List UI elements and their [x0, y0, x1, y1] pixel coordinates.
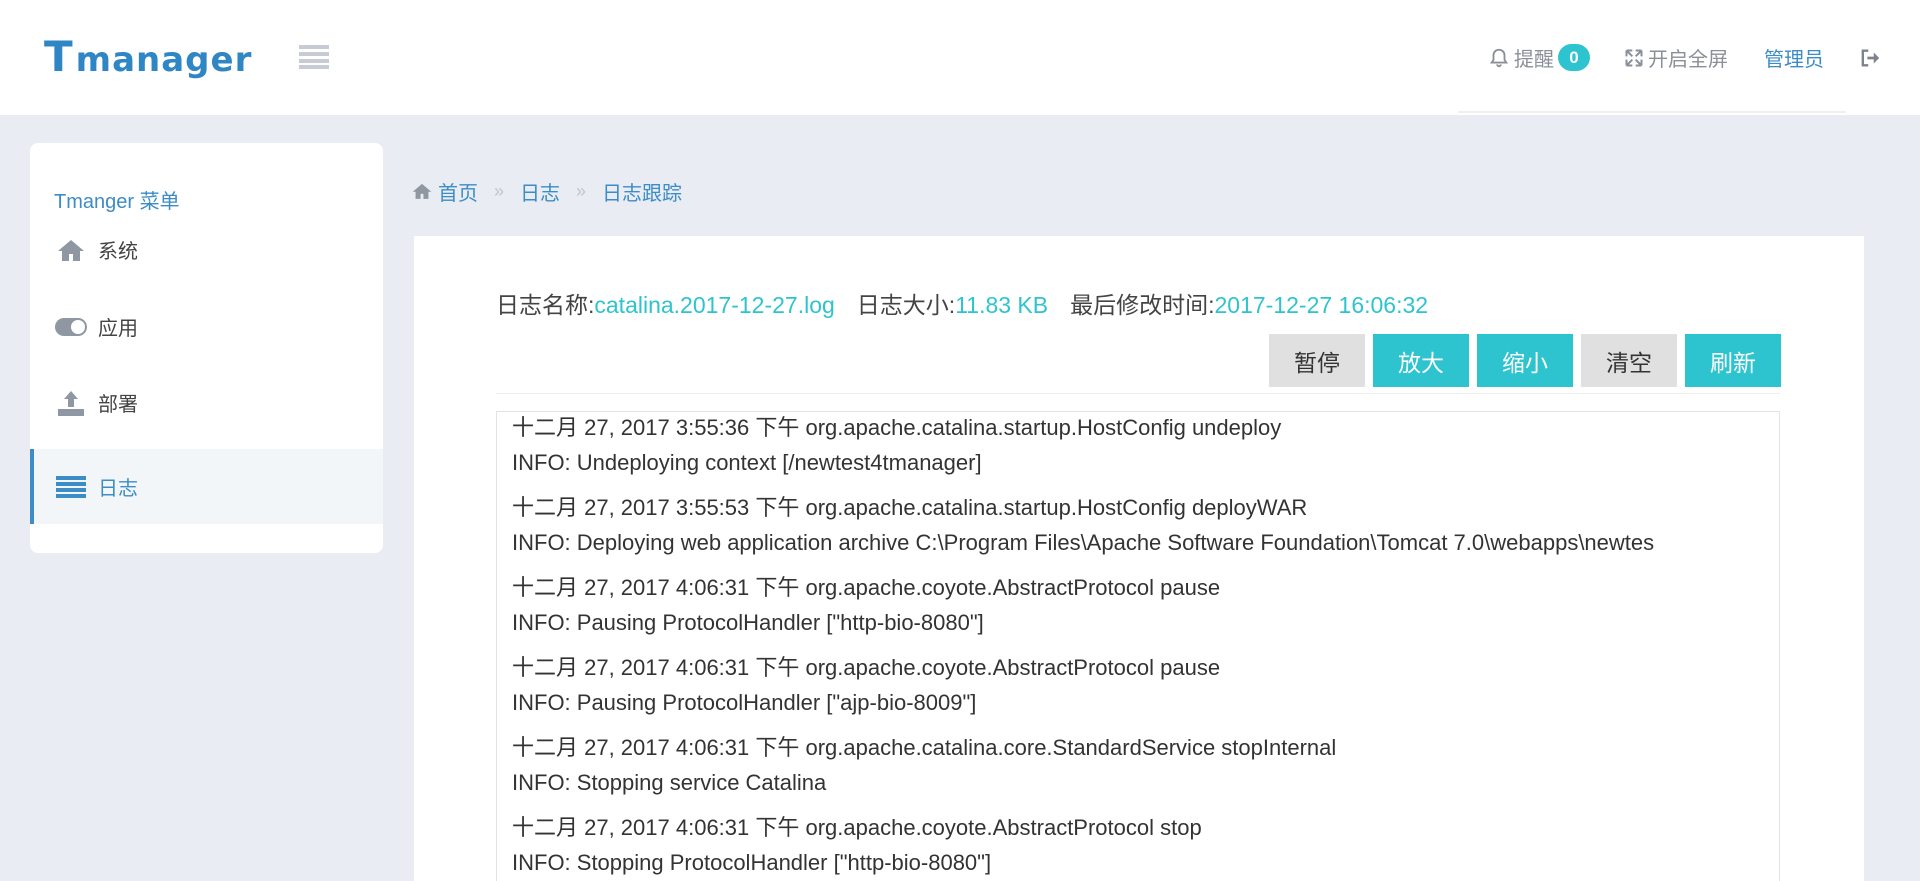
breadcrumb-separator: »	[494, 180, 505, 201]
log-toolbar: 暂停 放大 缩小 清空 刷新	[1269, 334, 1781, 387]
log-name-label: 日志名称:	[496, 292, 595, 318]
expand-icon	[1625, 49, 1643, 66]
log-line: 十二月 27, 2017 3:55:36 下午 org.apache.catal…	[512, 415, 1282, 440]
sidebar-title: Tmanger 菜单	[54, 191, 180, 213]
remind-count-badge: 0	[1558, 44, 1590, 71]
log-size-label: 日志大小:	[856, 292, 956, 318]
log-info: 日志名称:catalina.2017-12-27.log 日志大小:11.83 K…	[496, 286, 1428, 320]
remind-label: 提醒	[1514, 49, 1554, 71]
pause-button[interactable]: 暂停	[1269, 334, 1365, 387]
admin-user-link[interactable]: 管理员	[1764, 43, 1824, 72]
log-line: 十二月 27, 2017 3:55:53 下午 org.apache.catal…	[512, 495, 1308, 520]
log-line: INFO: Pausing ProtocolHandler ["http-bio…	[512, 610, 984, 635]
log-line: 十二月 27, 2017 4:06:31 下午 org.apache.coyot…	[512, 815, 1202, 840]
sidebar-item-label: 日志	[98, 478, 138, 500]
sign-out-icon	[1861, 49, 1880, 66]
header-actions: 提醒 0 开启全屏 管理员	[1488, 0, 1920, 115]
fullscreen-label: 开启全屏	[1648, 49, 1728, 71]
log-size-value: 11.83 KB	[955, 292, 1049, 318]
breadcrumb-log-tail[interactable]: 日志跟踪	[602, 177, 682, 206]
sidebar-item-apps[interactable]: 应用	[30, 289, 383, 364]
zoom-in-button[interactable]: 放大	[1373, 334, 1469, 387]
list-icon	[54, 472, 88, 502]
log-line: 十二月 27, 2017 4:06:31 下午 org.apache.coyot…	[512, 575, 1221, 600]
top-header: Tmanager 提醒 0 开启全屏 管理员	[0, 0, 1920, 115]
logo-text: manager	[75, 40, 253, 80]
home-icon	[412, 183, 432, 199]
menu-toggle-icon[interactable]	[299, 45, 329, 69]
app-logo[interactable]: Tmanager	[44, 28, 253, 81]
admin-label: 管理员	[1764, 49, 1824, 71]
breadcrumb: 首页 » 日志 » 日志跟踪	[412, 176, 682, 206]
log-line: 十二月 27, 2017 4:06:31 下午 org.apache.coyot…	[512, 655, 1221, 680]
log-modified-label: 最后修改时间:	[1070, 292, 1215, 318]
log-name-value: catalina.2017-12-27.log	[594, 292, 835, 318]
sidebar-item-label: 部署	[98, 394, 138, 416]
breadcrumb-home[interactable]: 首页	[438, 177, 478, 206]
log-line: INFO: Stopping ProtocolHandler ["http-bi…	[512, 850, 992, 875]
log-output[interactable]: 十二月 27, 2017 3:55:36 下午 org.apache.catal…	[496, 411, 1780, 881]
toolbar-divider	[496, 393, 1780, 394]
breadcrumb-separator: »	[576, 180, 587, 201]
clear-button[interactable]: 清空	[1581, 334, 1677, 387]
zoom-out-button[interactable]: 缩小	[1477, 334, 1573, 387]
toggle-icon	[54, 312, 88, 342]
refresh-button[interactable]: 刷新	[1685, 334, 1781, 387]
logo-letter: T	[44, 32, 74, 81]
bell-icon	[1489, 48, 1509, 67]
log-line: INFO: Undeploying context [/newtest4tman…	[512, 450, 982, 475]
sidebar-item-label: 系统	[98, 241, 138, 263]
home-icon	[54, 235, 88, 265]
log-modified-value: 2017-12-27 16:06:32	[1214, 292, 1429, 318]
header-underline	[1458, 111, 1846, 113]
remind-button[interactable]: 提醒 0	[1488, 43, 1590, 72]
log-line: INFO: Pausing ProtocolHandler ["ajp-bio-…	[512, 690, 977, 715]
sidebar: Tmanger 菜单 系统 应用 部署 日志	[30, 143, 383, 553]
sidebar-item-label: 应用	[98, 318, 138, 340]
sidebar-item-system[interactable]: 系统	[30, 212, 383, 287]
log-line: 十二月 27, 2017 4:06:31 下午 org.apache.catal…	[512, 735, 1337, 760]
fullscreen-button[interactable]: 开启全屏	[1624, 43, 1728, 72]
upload-icon	[54, 388, 88, 418]
breadcrumb-logs[interactable]: 日志	[520, 177, 560, 206]
sidebar-item-logs[interactable]: 日志	[30, 449, 383, 524]
log-line: INFO: Deploying web application archive …	[512, 530, 1655, 555]
log-line: INFO: Stopping service Catalina	[512, 770, 827, 795]
logout-button[interactable]	[1860, 48, 1886, 68]
sidebar-item-deploy[interactable]: 部署	[30, 365, 383, 440]
log-panel: 日志名称:catalina.2017-12-27.log 日志大小:11.83 K…	[414, 236, 1864, 881]
